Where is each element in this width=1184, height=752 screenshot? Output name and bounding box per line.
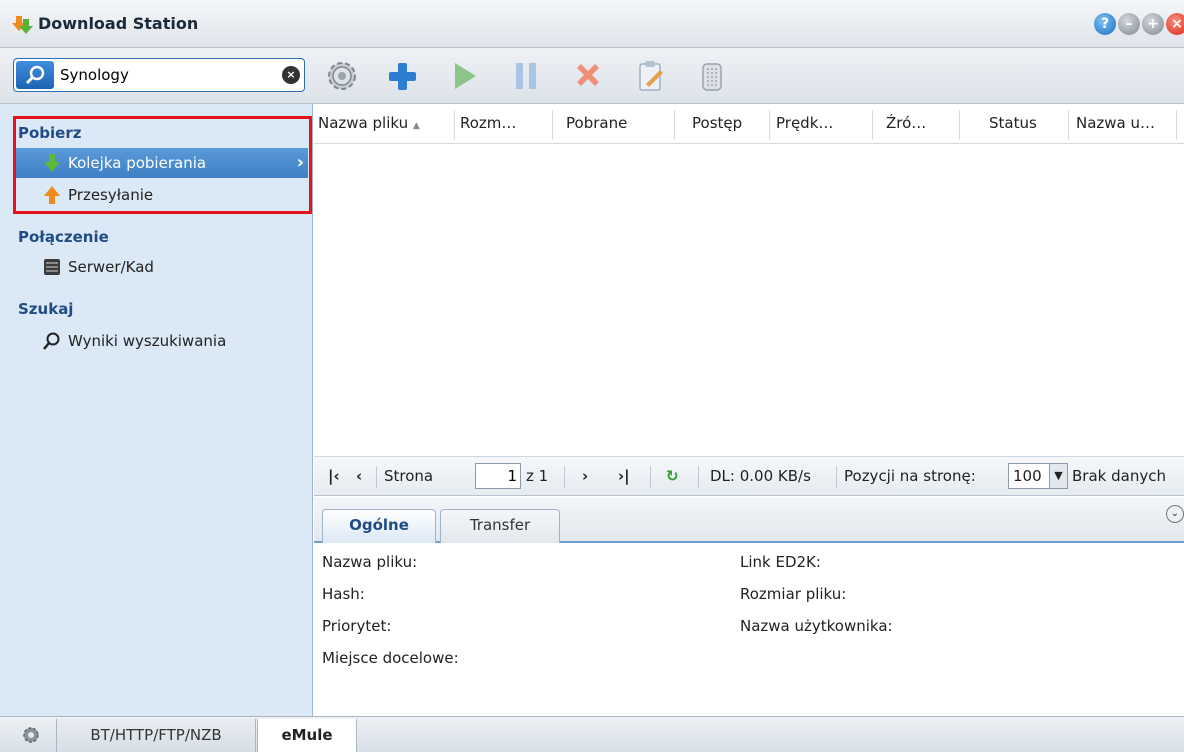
per-page-select[interactable]: 100 ▼ bbox=[1008, 463, 1068, 489]
delete-icon[interactable] bbox=[570, 58, 606, 94]
grid-header: Nazwa pliku ▲ Rozm… Pobrane Postęp Prędk… bbox=[314, 104, 1184, 144]
field-label-file-size: Rozmiar pliku: bbox=[740, 585, 847, 603]
field-label-username: Nazwa użytkownika: bbox=[740, 617, 893, 635]
first-page-icon[interactable]: |‹ bbox=[328, 467, 340, 485]
add-icon[interactable] bbox=[384, 58, 420, 94]
sidebar: Pobierz Kolejka pobierania › Przesyłanie… bbox=[0, 104, 313, 716]
prev-page-icon[interactable]: ‹ bbox=[356, 467, 362, 485]
no-data-label: Brak danych bbox=[1072, 467, 1166, 485]
section-title-pobierz: Pobierz bbox=[18, 124, 82, 142]
per-page-label: Pozycji na stronę: bbox=[844, 467, 976, 485]
server-icon bbox=[44, 259, 60, 275]
column-header-size[interactable]: Rozm… bbox=[460, 114, 516, 132]
field-label-ed2k-link: Link ED2K: bbox=[740, 553, 821, 571]
download-station-icon bbox=[12, 16, 33, 34]
column-header-sources[interactable]: Źró… bbox=[886, 114, 926, 132]
clear-icon[interactable] bbox=[694, 58, 730, 94]
settings-icon[interactable] bbox=[324, 58, 360, 94]
column-header-username[interactable]: Nazwa u… bbox=[1076, 114, 1155, 132]
download-arrow-icon bbox=[44, 154, 60, 172]
tab-transfer[interactable]: Transfer bbox=[440, 509, 560, 543]
toolbar: × bbox=[0, 48, 1184, 104]
play-icon[interactable] bbox=[446, 58, 482, 94]
minimize-icon[interactable]: – bbox=[1118, 13, 1140, 35]
title-bar: Download Station ? – + × bbox=[0, 0, 1184, 48]
pager-toolbar: |‹ ‹ Strona z 1 › ›| ↻ DL: 0.00 KB/s Poz… bbox=[314, 456, 1184, 496]
field-label-destination: Miejsce docelowe: bbox=[322, 649, 459, 667]
maximize-icon[interactable]: + bbox=[1142, 13, 1164, 35]
last-page-icon[interactable]: ›| bbox=[618, 467, 630, 485]
section-title-polaczenie: Połączenie bbox=[18, 228, 109, 246]
pause-icon[interactable] bbox=[508, 58, 544, 94]
column-header-downloaded[interactable]: Pobrane bbox=[566, 114, 627, 132]
sidebar-item-upload[interactable]: Przesyłanie bbox=[16, 180, 308, 210]
search-box: × bbox=[13, 58, 305, 92]
page-number-input[interactable] bbox=[475, 463, 521, 489]
column-header-progress[interactable]: Postęp bbox=[692, 114, 742, 132]
column-header-speed[interactable]: Prędk… bbox=[776, 114, 833, 132]
sidebar-item-search-results[interactable]: Wyniki wyszukiwania bbox=[16, 326, 308, 356]
clear-search-icon[interactable]: × bbox=[282, 66, 300, 84]
download-speed-label: DL: 0.00 KB/s bbox=[710, 467, 811, 485]
field-label-hash: Hash: bbox=[322, 585, 365, 603]
collapse-icon[interactable]: ⌄ bbox=[1166, 505, 1184, 523]
gear-icon[interactable] bbox=[22, 726, 40, 744]
sidebar-item-label: Serwer/Kad bbox=[68, 258, 154, 276]
sidebar-item-download-queue[interactable]: Kolejka pobierania › bbox=[16, 148, 308, 178]
bottom-bar: BT/HTTP/FTP/NZB eMule bbox=[0, 716, 1184, 752]
detail-tabstrip: Ogólne Transfer ⌄ bbox=[314, 497, 1184, 543]
close-icon[interactable]: × bbox=[1166, 13, 1184, 35]
chevron-down-icon: ▼ bbox=[1049, 464, 1067, 488]
column-header-filename[interactable]: Nazwa pliku ▲ bbox=[318, 114, 420, 132]
next-page-icon[interactable]: › bbox=[582, 467, 588, 485]
tab-general[interactable]: Ogólne bbox=[322, 509, 436, 543]
tab-bt-http-ftp-nzb[interactable]: BT/HTTP/FTP/NZB bbox=[56, 719, 256, 752]
help-icon[interactable]: ? bbox=[1094, 13, 1116, 35]
page-count-label: z 1 bbox=[526, 467, 549, 485]
sidebar-item-label: Kolejka pobierania bbox=[68, 154, 207, 172]
sidebar-item-label: Przesyłanie bbox=[68, 186, 154, 204]
sidebar-item-label: Wyniki wyszukiwania bbox=[68, 332, 227, 350]
section-title-szukaj: Szukaj bbox=[18, 300, 74, 318]
field-label-filename: Nazwa pliku: bbox=[322, 553, 418, 571]
window-title: Download Station bbox=[38, 14, 199, 33]
search-icon[interactable] bbox=[16, 61, 54, 89]
grid-body bbox=[314, 145, 1184, 455]
tab-emule[interactable]: eMule bbox=[257, 719, 357, 752]
refresh-icon[interactable]: ↻ bbox=[666, 467, 679, 485]
column-header-status[interactable]: Status bbox=[989, 114, 1037, 132]
page-label: Strona bbox=[384, 467, 434, 485]
magnifier-icon bbox=[43, 332, 60, 350]
detail-panel: Ogólne Transfer ⌄ Nazwa pliku: Hash: Pri… bbox=[314, 497, 1184, 716]
sidebar-item-server-kad[interactable]: Serwer/Kad bbox=[16, 252, 308, 282]
upload-arrow-icon bbox=[44, 186, 60, 204]
field-label-priority: Priorytet: bbox=[322, 617, 392, 635]
chevron-right-icon: › bbox=[296, 152, 304, 173]
sort-ascending-icon: ▲ bbox=[412, 121, 420, 131]
edit-icon[interactable] bbox=[632, 58, 668, 94]
search-input[interactable] bbox=[60, 64, 270, 86]
